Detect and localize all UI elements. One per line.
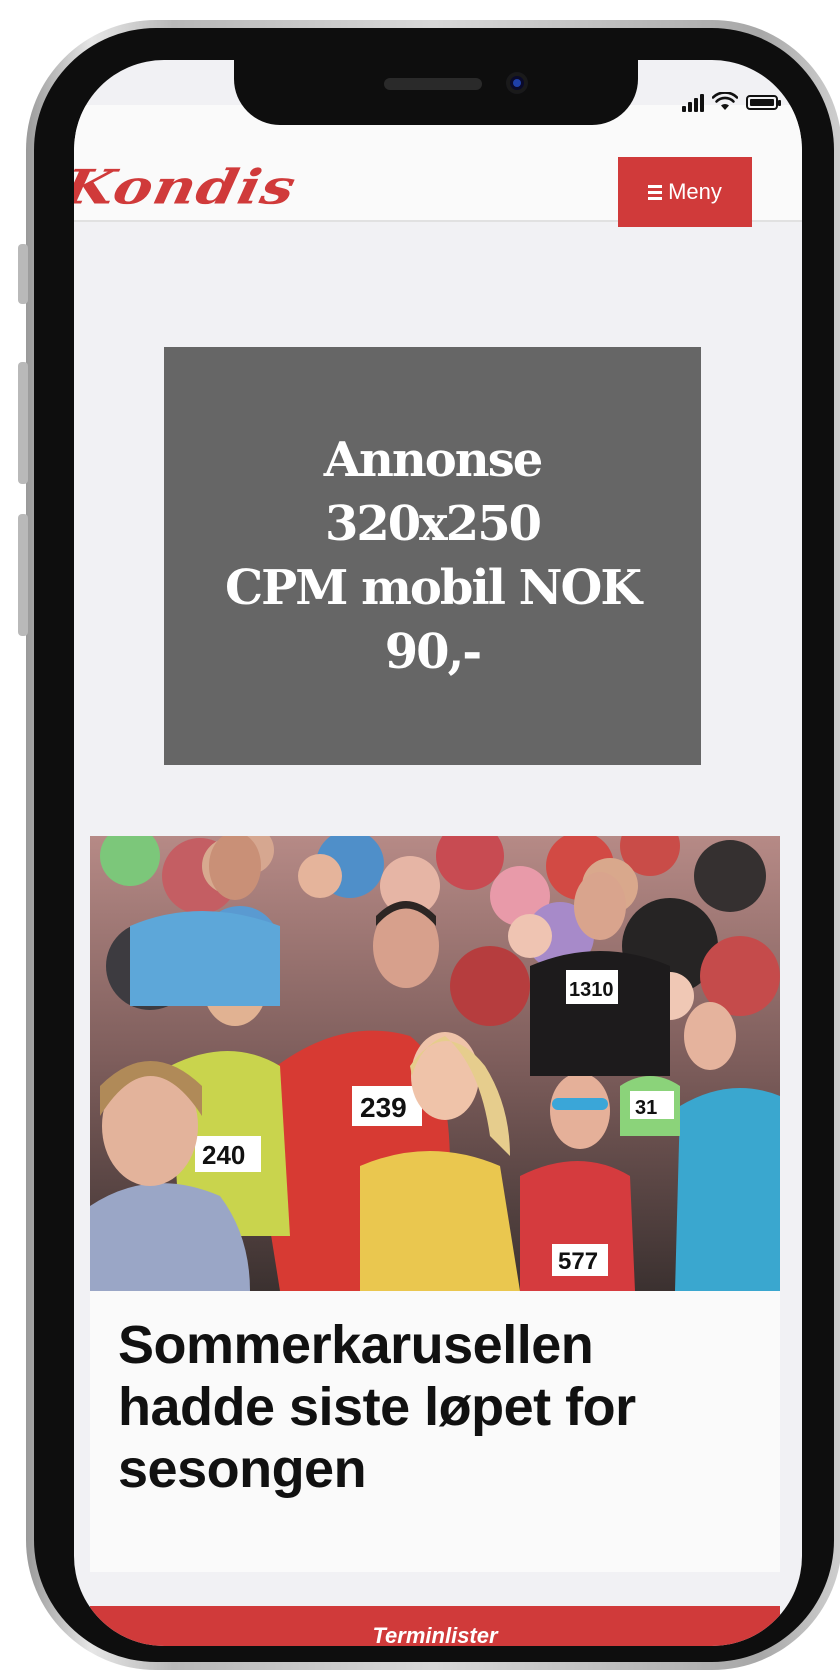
phone-screen: Kondis Meny Annonse 320x250 CPM mobil NO…: [74, 60, 802, 1646]
article-photo[interactable]: 239 240 577 1310 31: [90, 836, 780, 1291]
ad-placeholder[interactable]: Annonse 320x250 CPM mobil NOK 90,-: [164, 347, 701, 765]
article-card[interactable]: 239 240 577 1310 31 Sommerkarusellen had…: [90, 836, 780, 1572]
ad-text: Annonse 320x250 CPM mobil NOK 90,-: [224, 432, 642, 680]
volume-up-button: [18, 362, 28, 484]
bib-number-31: 31: [635, 1097, 657, 1119]
kondis-logo[interactable]: Kondis: [74, 159, 301, 215]
terminlister-button[interactable]: Terminlister: [90, 1606, 780, 1646]
menu-button[interactable]: Meny: [618, 157, 752, 227]
front-camera: [506, 72, 528, 94]
article-title[interactable]: Sommerkarusellen hadde siste løpet for s…: [118, 1314, 758, 1500]
signal-icon: [682, 94, 704, 112]
bib-number-240: 240: [202, 1140, 245, 1170]
runners-photo: 239 240 577 1310 31: [90, 836, 780, 1291]
wifi-icon: [712, 92, 738, 110]
menu-label: Meny: [668, 179, 722, 204]
status-bar: [682, 88, 781, 112]
notch: [234, 60, 638, 125]
bib-number-577: 577: [558, 1248, 598, 1275]
bib-number-1310: 1310: [569, 979, 614, 1001]
hamburger-icon: [648, 184, 663, 200]
battery-icon: [746, 95, 781, 110]
speaker-grille: [384, 78, 482, 90]
silent-switch: [18, 244, 28, 304]
bib-number-239: 239: [360, 1092, 407, 1123]
volume-down-button: [18, 514, 28, 636]
